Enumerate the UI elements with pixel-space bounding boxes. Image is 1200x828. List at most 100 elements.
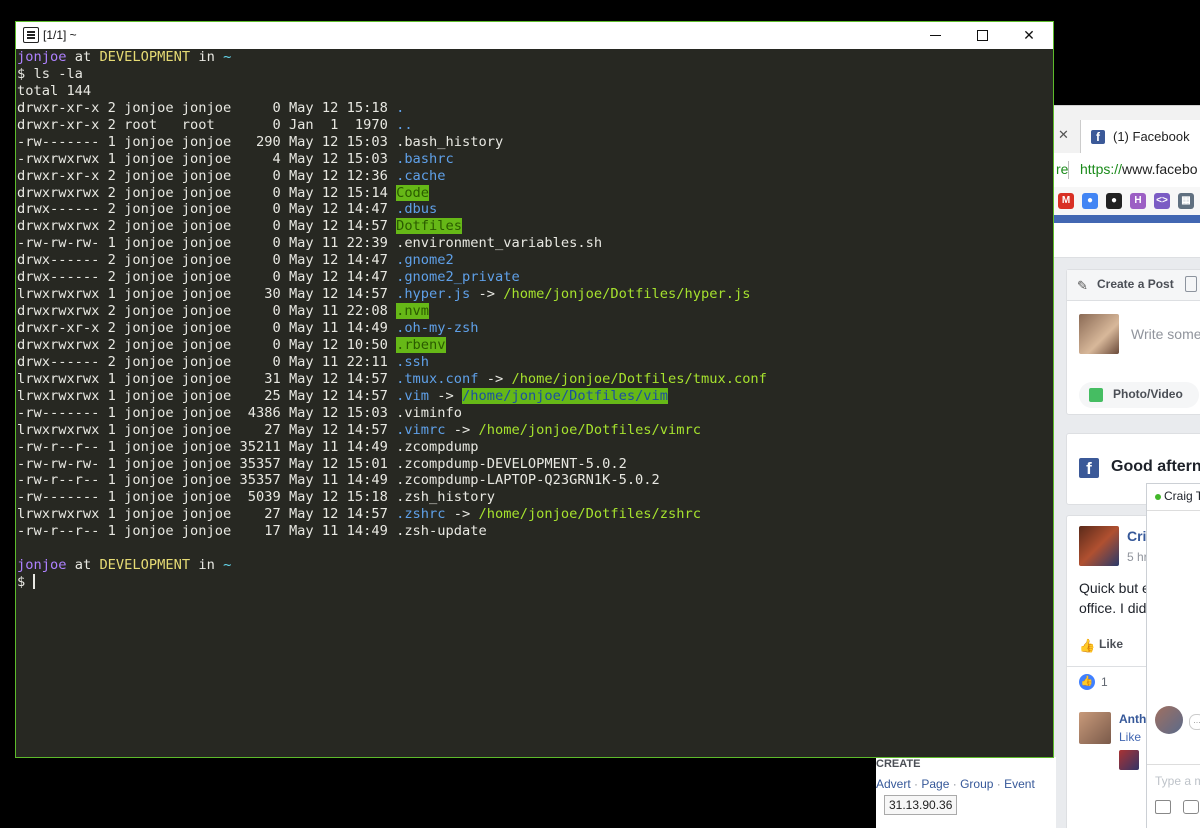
- file-meta: drwx------ 2 jonjoe jonjoe 0 May 11 22:1…: [17, 353, 397, 370]
- file-name: .nvm: [396, 303, 430, 320]
- prompt-dir: ~: [223, 557, 232, 574]
- terminal-app-icon[interactable]: [23, 27, 39, 43]
- listing-row: drwxrwxrwx 2 jonjoe jonjoe 0 May 12 15:1…: [17, 184, 1051, 202]
- file-meta: -rw-r--r-- 1 jonjoe jonjoe 35211 May 11 …: [17, 438, 397, 455]
- input-line[interactable]: $: [17, 574, 1051, 591]
- listing-row: drwx------ 2 jonjoe jonjoe 0 May 12 14:4…: [17, 201, 1051, 218]
- like-reaction-icon[interactable]: 👍: [1079, 674, 1095, 690]
- symlink-target: /home/jonjoe/Dotfiles/vimrc: [478, 421, 702, 438]
- file-meta: drwx------ 2 jonjoe jonjoe 0 May 12 14:4…: [17, 252, 397, 269]
- avatar[interactable]: [1119, 750, 1139, 770]
- avatar[interactable]: [1079, 314, 1119, 354]
- browser-window: ✕ f (1) Facebook re https://www.facebo M…: [1054, 105, 1200, 828]
- address-url[interactable]: https://www.facebo: [1080, 161, 1198, 177]
- listing-row: lrwxrwxrwx 1 jonjoe jonjoe 31 May 12 14:…: [17, 371, 1051, 388]
- file-name: .hyper.js: [396, 286, 471, 303]
- listing-row: -rwxrwxrwx 1 jonjoe jonjoe 4 May 12 15:0…: [17, 151, 1051, 168]
- symlink-target: /home/jonjoe/Dotfiles/vim: [462, 387, 669, 404]
- create-post-header[interactable]: ✎ Create a Post: [1067, 270, 1200, 301]
- address-bar[interactable]: re https://www.facebo: [1054, 153, 1200, 188]
- prompt-host: DEVELOPMENT: [99, 49, 191, 65]
- post-composer-input[interactable]: Write some: [1131, 326, 1200, 342]
- title-bar[interactable]: [1/1] ~ ✕: [16, 22, 1053, 49]
- tab-title: (1) Facebook: [1113, 129, 1190, 144]
- file-meta: lrwxrwxrwx 1 jonjoe jonjoe 31 May 12 14:…: [17, 370, 397, 387]
- file-name: Dotfiles: [396, 218, 463, 235]
- file-name: .vimrc: [396, 421, 446, 438]
- prompt-in: in: [198, 557, 215, 574]
- h-icon[interactable]: H: [1130, 193, 1146, 209]
- gmail-icon[interactable]: M: [1058, 193, 1074, 209]
- browser-tabstrip: ✕ f (1) Facebook: [1054, 105, 1200, 154]
- file-meta: -rw-rw-rw- 1 jonjoe jonjoe 35357 May 12 …: [17, 455, 397, 472]
- footer-link-advert[interactable]: Advert: [876, 777, 911, 791]
- footer-link-page[interactable]: Page: [921, 777, 949, 791]
- file-name: .oh-my-zsh: [396, 320, 479, 336]
- address-host: www.facebo: [1122, 161, 1198, 177]
- code-icon[interactable]: <>: [1154, 193, 1170, 209]
- footer-create-label: CREATE: [876, 758, 921, 770]
- file-meta: -rw-r--r-- 1 jonjoe jonjoe 17 May 11 14:…: [17, 523, 397, 540]
- prompt-line: jonjoe at DEVELOPMENT in ~: [17, 49, 1051, 66]
- listing-row: -rw------- 1 jonjoe jonjoe 4386 May 12 1…: [17, 405, 1051, 422]
- file-name: .vim: [396, 387, 430, 404]
- sticker-icon[interactable]: [1183, 800, 1199, 814]
- listing-row: drwxr-xr-x 2 jonjoe jonjoe 0 May 12 15:1…: [17, 100, 1051, 117]
- online-status-icon: [1155, 494, 1161, 500]
- symlink-arrow: ->: [445, 506, 479, 523]
- file-meta: lrwxrwxrwx 1 jonjoe jonjoe 27 May 12 14:…: [17, 421, 397, 438]
- comment-author-link[interactable]: Anth: [1119, 712, 1146, 726]
- symlink-target: /home/jonjoe/Dotfiles/tmux.conf: [511, 370, 767, 387]
- photo-video-button[interactable]: Photo/Video: [1079, 382, 1199, 408]
- prompt-user: jonjoe: [17, 557, 67, 574]
- file-meta: drwxrwxrwx 2 jonjoe jonjoe 0 May 11 22:0…: [17, 303, 397, 320]
- github-icon[interactable]: ●: [1106, 193, 1122, 209]
- contacts-icon[interactable]: ●: [1082, 193, 1098, 209]
- tab-facebook[interactable]: f (1) Facebook: [1080, 120, 1200, 154]
- avatar[interactable]: [1079, 712, 1111, 744]
- file-name: .bash_history: [396, 133, 504, 150]
- minimize-button[interactable]: [913, 22, 959, 49]
- listing-row: -rw------- 1 jonjoe jonjoe 5039 May 12 1…: [17, 489, 1051, 506]
- terminal-window[interactable]: [1/1] ~ ✕ jonjoe at DEVELOPMENT in ~ $ l…: [15, 21, 1054, 758]
- symlink-target: /home/jonjoe/Dotfiles/zshrc: [478, 506, 702, 523]
- prompt-at: at: [74, 557, 92, 574]
- comment-like-link[interactable]: Like: [1119, 730, 1141, 744]
- thumbs-up-icon: 👍: [1079, 638, 1096, 653]
- image-icon[interactable]: [1155, 800, 1171, 814]
- listing-row: drwxrwxrwx 2 jonjoe jonjoe 0 May 12 10:5…: [17, 336, 1051, 354]
- file-name: .zcompdump-LAPTOP-Q23GRN1K-5.0.2: [396, 472, 660, 489]
- listing-row: -rw------- 1 jonjoe jonjoe 290 May 12 15…: [17, 134, 1051, 151]
- footer-link-group[interactable]: Group: [960, 777, 993, 791]
- tab-close-icon[interactable]: ✕: [1058, 128, 1070, 142]
- grid-icon[interactable]: ▦: [1178, 193, 1194, 209]
- listing-row: drwxr-xr-x 2 root root 0 Jan 1 1970 ..: [17, 117, 1051, 134]
- bookmarks-bar: M ● ● H <> ▦: [1054, 187, 1200, 215]
- listing-row: drwx------ 2 jonjoe jonjoe 0 May 12 14:4…: [17, 269, 1051, 286]
- chat-header[interactable]: Craig T: [1147, 484, 1200, 511]
- file-meta: -rw------- 1 jonjoe jonjoe 5039 May 12 1…: [17, 489, 397, 506]
- post-author-link[interactable]: Cri: [1127, 528, 1146, 544]
- symlink-arrow: ->: [478, 370, 512, 387]
- file-name: .bashrc: [396, 150, 454, 167]
- close-button[interactable]: ✕: [1006, 22, 1052, 49]
- album-icon[interactable]: [1185, 276, 1197, 292]
- address-scheme: https://: [1080, 161, 1123, 177]
- post-timestamp[interactable]: 5 hr: [1127, 550, 1148, 564]
- file-name: .ssh: [396, 353, 430, 370]
- avatar[interactable]: [1079, 526, 1119, 566]
- maximize-icon: [977, 30, 988, 41]
- reaction-count[interactable]: 1: [1101, 675, 1108, 689]
- prompt-at: at: [74, 49, 92, 65]
- prompt-dir: ~: [223, 49, 232, 65]
- chat-message-input[interactable]: Type a m: [1155, 774, 1200, 788]
- window-title: [1/1] ~: [43, 28, 77, 42]
- file-meta: -rw-r--r-- 1 jonjoe jonjoe 35357 May 11 …: [17, 472, 397, 489]
- listing-row: -rw-r--r-- 1 jonjoe jonjoe 35211 May 11 …: [17, 439, 1051, 456]
- maximize-button[interactable]: [959, 22, 1005, 49]
- footer-links: Advert · Page · Group · Event: [876, 777, 1035, 791]
- file-name: Code: [396, 184, 430, 201]
- terminal-output[interactable]: jonjoe at DEVELOPMENT in ~ $ ls -la tota…: [17, 49, 1051, 755]
- footer-link-event[interactable]: Event: [1004, 777, 1035, 791]
- symlink-arrow: ->: [445, 421, 479, 438]
